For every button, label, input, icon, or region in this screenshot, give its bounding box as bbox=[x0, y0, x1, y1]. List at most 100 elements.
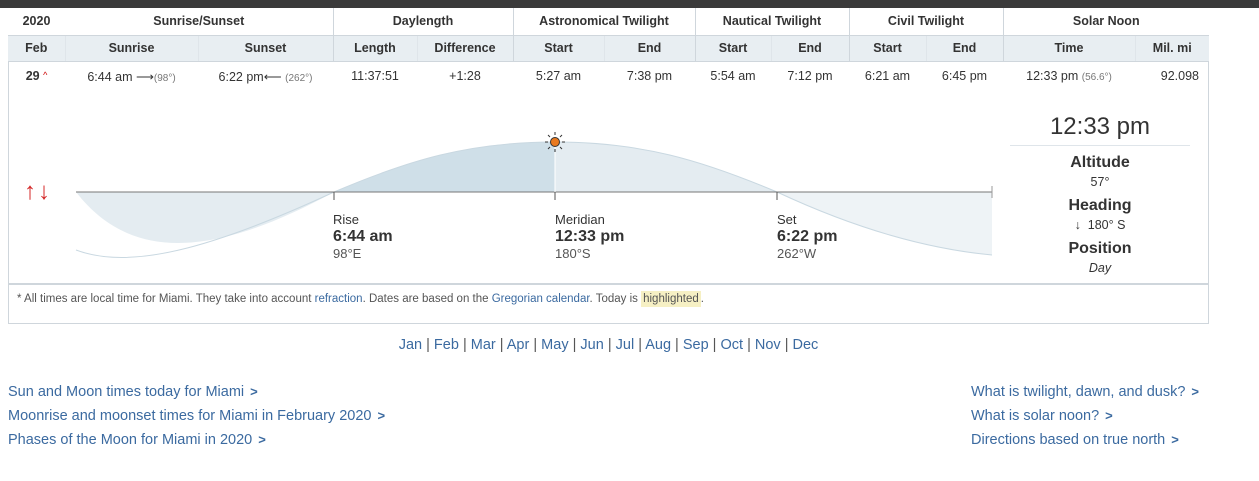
sun-moon-today-link[interactable]: Sun and Moon times today for Miami bbox=[8, 384, 244, 400]
related-links-left: Sun and Moon times today for Miami > Moon… bbox=[8, 380, 385, 452]
sunrise-sunset-header: Sunrise/Sunset bbox=[65, 8, 333, 36]
meridian-direction: 180°S bbox=[555, 246, 591, 261]
civil-start-column-header: Start bbox=[848, 35, 926, 62]
sunrise-column-header: Sunrise bbox=[64, 35, 198, 62]
altitude-label: Altitude bbox=[1070, 154, 1130, 171]
sunset-time: 6:22 pm bbox=[218, 69, 264, 84]
caret-up-icon: ^ bbox=[43, 70, 48, 81]
rise-direction: 98°E bbox=[333, 246, 362, 261]
chevron-right-icon: > bbox=[250, 384, 258, 399]
distance-column-header: Mil. mi bbox=[1134, 35, 1209, 62]
footnote-text: . bbox=[700, 293, 704, 305]
refraction-link[interactable]: refraction bbox=[315, 293, 363, 305]
moonrise-moonset-link[interactable]: Moonrise and moonset times for Miami in … bbox=[8, 408, 371, 424]
heading-row: ↓ 180° S bbox=[1010, 218, 1190, 232]
sun-position-panel: 12:33 pm Altitude 57° Heading ↓ 180° S P… bbox=[1010, 108, 1190, 275]
footnote-text: . Dates are based on the bbox=[362, 293, 492, 305]
month-column-header: Feb bbox=[8, 35, 65, 62]
month-link-feb[interactable]: Feb bbox=[434, 337, 459, 353]
month-link-may[interactable]: May bbox=[541, 337, 568, 353]
month-link-aug[interactable]: Aug bbox=[645, 337, 671, 353]
meridian-time: 12:33 pm bbox=[555, 228, 625, 245]
day-cell: 29 ^ bbox=[8, 61, 65, 91]
nautical-start-cell: 5:54 am bbox=[710, 69, 756, 84]
sun-times-table: 2020 Sunrise/Sunset Daylength Astronomic… bbox=[8, 8, 1209, 91]
heading-arrow-icon: ↓ bbox=[1074, 218, 1081, 232]
month-link-oct[interactable]: Oct bbox=[720, 337, 743, 353]
difference-column-header: Difference bbox=[416, 35, 513, 62]
separator bbox=[9, 283, 1208, 285]
table-row[interactable]: 29 ^ 6:44 am ⟶(98°) 6:22 pm⟵ (262°) 11:3… bbox=[8, 61, 1209, 91]
month-link-jul[interactable]: Jul bbox=[616, 337, 635, 353]
rise-time: 6:44 am bbox=[333, 228, 393, 245]
position-value: Day bbox=[1088, 261, 1112, 275]
nautical-end-column-header: End bbox=[770, 35, 849, 62]
highlighted-sample: highlighted bbox=[641, 291, 701, 307]
set-title: Set bbox=[777, 212, 797, 227]
day-number: 29 bbox=[25, 69, 40, 84]
month-link-jan[interactable]: Jan bbox=[399, 337, 422, 353]
sunset-cell: 6:22 pm⟵ (262°) bbox=[198, 61, 333, 91]
sunset-column-header: Sunset bbox=[197, 35, 333, 62]
sun-icon bbox=[545, 132, 565, 152]
month-link-apr[interactable]: Apr bbox=[507, 337, 530, 353]
astronomical-twilight-header: Astronomical Twilight bbox=[512, 8, 695, 36]
rise-label: Rise 6:44 am 98°E bbox=[333, 212, 393, 262]
noon-time: 12:33 pm bbox=[1026, 69, 1079, 84]
panel-time: 12:33 pm bbox=[1010, 108, 1190, 146]
arrow-left-icon: ⟵ bbox=[263, 69, 282, 84]
astro-start-cell: 5:27 am bbox=[535, 69, 582, 84]
chevron-right-icon: > bbox=[1105, 408, 1113, 423]
altitude-value: 57° bbox=[1090, 175, 1110, 189]
day-area-after-noon bbox=[555, 142, 777, 192]
gregorian-calendar-link[interactable]: Gregorian calendar bbox=[492, 293, 590, 305]
heading-value: 180° S bbox=[1087, 218, 1126, 232]
daylength-header: Daylength bbox=[332, 8, 513, 36]
civil-twilight-header: Civil Twilight bbox=[848, 8, 1003, 36]
astro-start-column-header: Start bbox=[512, 35, 604, 62]
month-link-sep[interactable]: Sep bbox=[683, 337, 709, 353]
month-link-dec[interactable]: Dec bbox=[793, 337, 819, 353]
meridian-label: Meridian 12:33 pm 180°S bbox=[555, 212, 624, 262]
true-north-info-link[interactable]: Directions based on true north bbox=[971, 432, 1165, 448]
month-nav: Jan | Feb | Mar | Apr | May | Jun | Jul … bbox=[398, 337, 819, 353]
related-links-right: What is twilight, dawn, and dusk? > What … bbox=[971, 380, 1199, 452]
civil-end-cell: 6:45 pm bbox=[941, 69, 988, 84]
position-label: Position bbox=[1068, 240, 1132, 257]
solar-noon-info-link[interactable]: What is solar noon? bbox=[971, 408, 1099, 424]
difference-cell: +1:28 bbox=[449, 69, 481, 84]
heading-label: Heading bbox=[1068, 197, 1132, 214]
footnote-text: * All times are local time for Miami. Th… bbox=[17, 293, 315, 305]
month-link-mar[interactable]: Mar bbox=[471, 337, 496, 353]
year-header: 2020 bbox=[8, 8, 65, 36]
top-bar bbox=[0, 0, 1259, 8]
noon-altitude: (56.6°) bbox=[1081, 72, 1112, 84]
nautical-twilight-header: Nautical Twilight bbox=[694, 8, 849, 36]
length-column-header: Length bbox=[332, 35, 417, 62]
arrow-right-icon: ⟶ bbox=[135, 69, 154, 84]
month-link-jun[interactable]: Jun bbox=[580, 337, 603, 353]
set-label: Set 6:22 pm 262°W bbox=[777, 212, 837, 262]
astro-end-cell: 7:38 pm bbox=[626, 69, 673, 84]
distance-cell: 92.098 bbox=[1160, 69, 1199, 84]
twilight-info-link[interactable]: What is twilight, dawn, and dusk? bbox=[971, 384, 1185, 400]
footnote: * All times are local time for Miami. Th… bbox=[17, 291, 704, 307]
night-area-left bbox=[76, 192, 334, 243]
sun-path-graph bbox=[75, 132, 993, 259]
civil-start-cell: 6:21 am bbox=[864, 69, 911, 84]
daylength-cell: 11:37:51 bbox=[351, 69, 399, 84]
chevron-right-icon: > bbox=[1171, 432, 1179, 447]
sunrise-cell: 6:44 am ⟶(98°) bbox=[65, 61, 198, 91]
month-link-nov[interactable]: Nov bbox=[755, 337, 781, 353]
sunrise-time: 6:44 am bbox=[87, 69, 133, 84]
rise-title: Rise bbox=[333, 212, 360, 227]
sunset-direction: (262°) bbox=[285, 72, 313, 84]
nautical-end-cell: 7:12 pm bbox=[787, 69, 833, 84]
noon-time-column-header: Time bbox=[1002, 35, 1135, 62]
sunrise-direction: (98°) bbox=[153, 72, 176, 84]
astro-end-column-header: End bbox=[603, 35, 695, 62]
moon-phases-link[interactable]: Phases of the Moon for Miami in 2020 bbox=[8, 432, 252, 448]
civil-end-column-header: End bbox=[925, 35, 1003, 62]
set-direction: 262°W bbox=[777, 246, 817, 261]
solar-noon-header: Solar Noon bbox=[1002, 8, 1209, 36]
